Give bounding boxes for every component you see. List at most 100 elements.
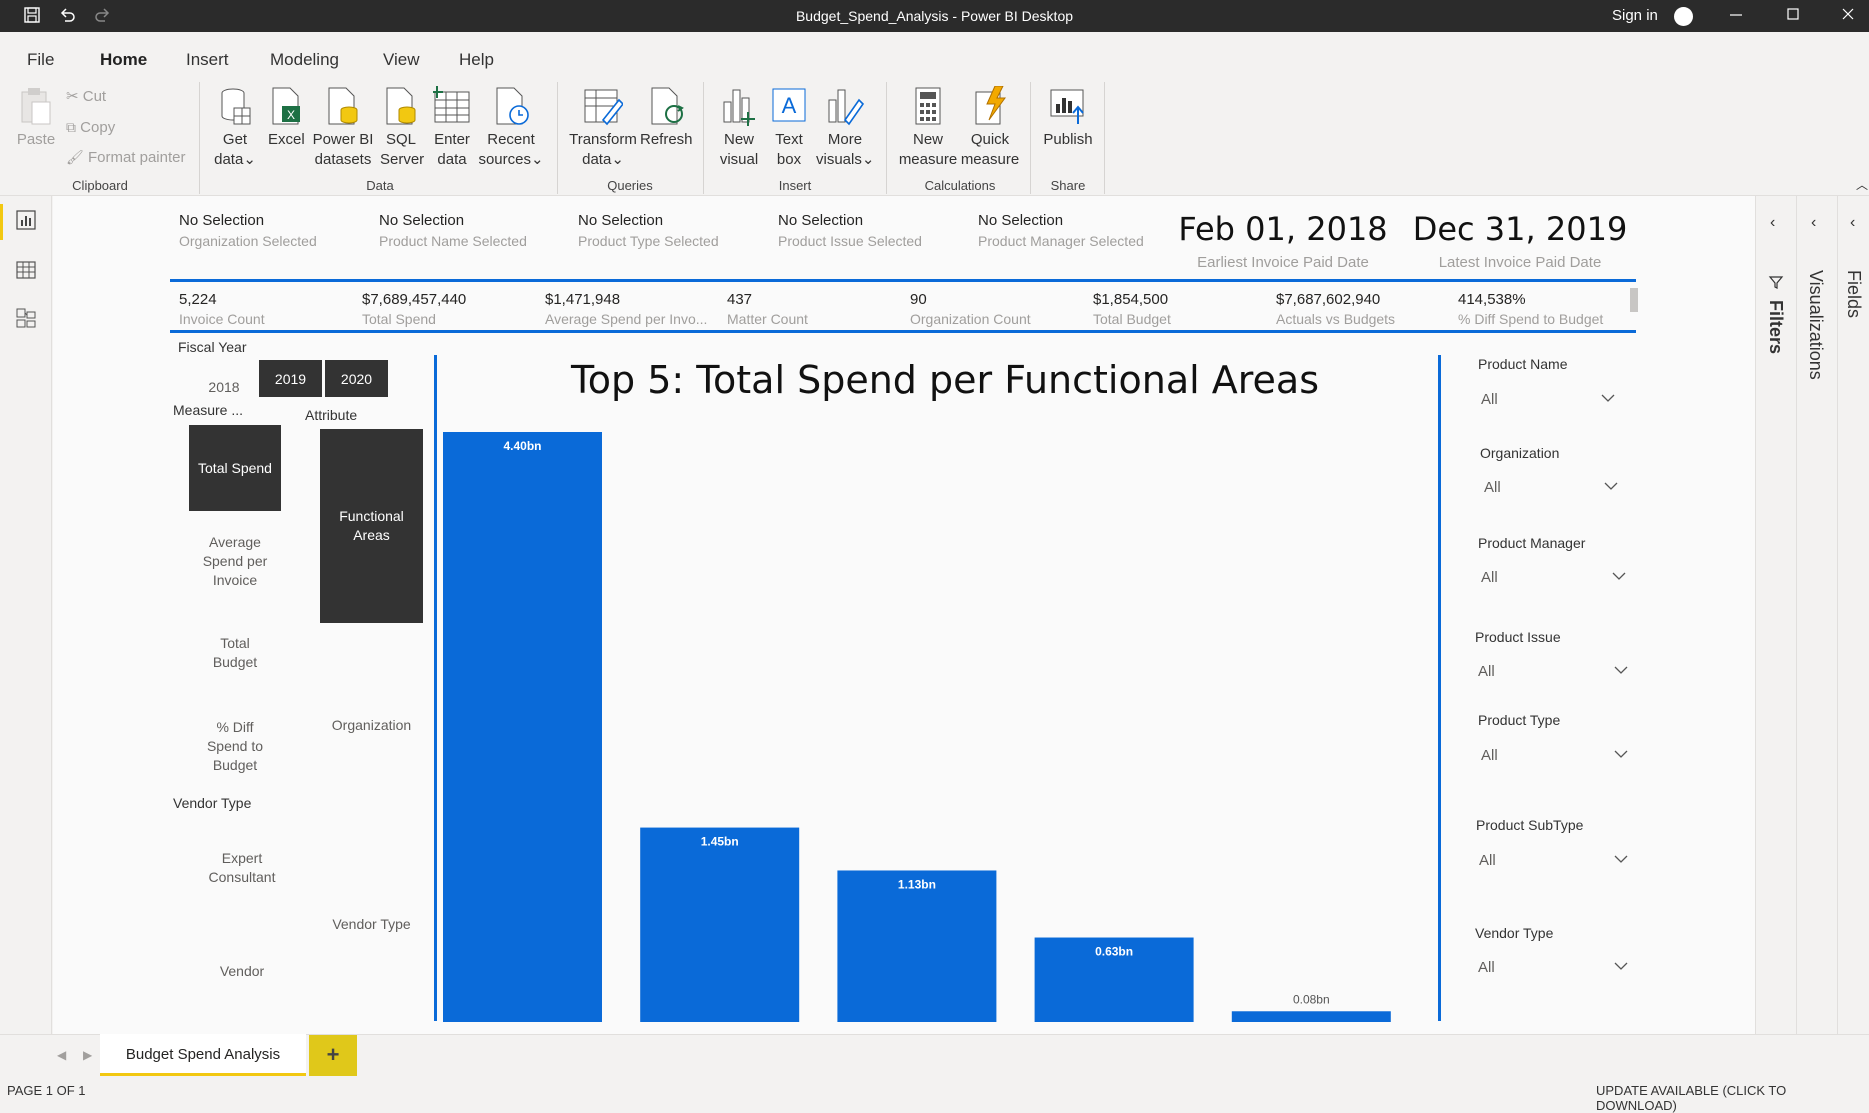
filter-dropdown-vendor-type[interactable]: All xyxy=(1478,959,1495,976)
transform-data-button[interactable]: Transform data⌄ xyxy=(568,86,638,170)
collapse-ribbon-icon[interactable]: ︿ xyxy=(1856,176,1868,193)
menu-file[interactable]: File xyxy=(27,50,54,70)
bar-data-label-2: 1.45bn xyxy=(701,835,739,849)
separator xyxy=(1030,82,1031,194)
measure-total-budget-option[interactable]: Total Budget xyxy=(189,634,281,672)
sql-server-button[interactable]: SQL Server xyxy=(380,86,424,170)
chevron-down-icon[interactable] xyxy=(1614,663,1628,677)
maximize-icon[interactable] xyxy=(1783,6,1803,26)
bar-chart[interactable]: 4.40bn 1.45bn 1.13bn 0.63bn 0.08bn xyxy=(440,410,1436,1026)
attribute-functional-areas-option[interactable]: Functional Areas xyxy=(320,429,423,623)
kpi-total-spend: $7,689,457,440 Total Spend xyxy=(362,291,467,327)
menu-home[interactable]: Home xyxy=(100,50,147,70)
close-icon[interactable] xyxy=(1838,6,1858,26)
filter-dropdown-product-subtype[interactable]: All xyxy=(1479,852,1496,869)
recent-sources-button[interactable]: Recent sources⌄ xyxy=(478,86,544,170)
power-bi-datasets-button[interactable]: Power BI datasets xyxy=(312,86,374,170)
menu-view[interactable]: View xyxy=(383,50,420,70)
insert-group-label: Insert xyxy=(778,178,812,193)
bar-data-label-5: 0.08bn xyxy=(1293,992,1330,1006)
text-box-button[interactable]: A Text box xyxy=(768,86,810,170)
excel-button[interactable]: X Excel xyxy=(268,86,305,150)
minimize-icon[interactable] xyxy=(1726,6,1746,26)
get-data-button[interactable]: Get data⌄ xyxy=(210,86,260,170)
vendor-type-expert-consultant-option[interactable]: Expert Consultant xyxy=(200,849,284,887)
measure-diff-spend-option[interactable]: % Diff Spend to Budget xyxy=(189,718,281,775)
table-plus-icon xyxy=(433,86,470,123)
attribute-vendor-type-option[interactable]: Vendor Type xyxy=(320,915,423,934)
format-painter-button[interactable]: 🖌 Format painter xyxy=(66,147,186,168)
update-available-link[interactable]: UPDATE AVAILABLE (CLICK TO DOWNLOAD) xyxy=(1596,1083,1869,1113)
fields-pane-label[interactable]: Fields xyxy=(1843,270,1864,318)
new-visual-button[interactable]: New visual xyxy=(716,86,762,170)
publish-button[interactable]: Publish xyxy=(1040,86,1096,150)
avatar[interactable] xyxy=(1674,7,1693,26)
chart-right-border xyxy=(1438,355,1441,1021)
expand-visualizations-icon[interactable]: ‹ xyxy=(1811,214,1816,232)
next-page-icon[interactable]: ▶ xyxy=(83,1048,92,1062)
year-2019-option[interactable]: 2019 xyxy=(259,360,322,397)
menu-help[interactable]: Help xyxy=(459,50,494,70)
menu-insert[interactable]: Insert xyxy=(186,50,229,70)
measure-total-spend-option[interactable]: Total Spend xyxy=(189,425,281,511)
filter-label-product-name: Product Name xyxy=(1478,356,1568,372)
new-measure-button[interactable]: New measure xyxy=(898,86,958,170)
visualizations-pane-label[interactable]: Visualizations xyxy=(1805,270,1826,380)
more-visuals-button[interactable]: More visuals⌄ xyxy=(816,86,874,170)
copy-button[interactable]: ⧉ Copy xyxy=(66,117,115,138)
separator xyxy=(199,82,200,194)
bar-3[interactable] xyxy=(837,870,997,1022)
filter-funnel-icon xyxy=(1768,276,1784,289)
bar-data-label-3: 1.13bn xyxy=(898,877,936,891)
enter-data-button[interactable]: Enter data xyxy=(432,86,472,170)
organization-selected-card: No Selection Organization Selected xyxy=(179,212,317,249)
report-view-icon[interactable] xyxy=(14,208,38,237)
refresh-icon xyxy=(651,87,684,125)
filter-dropdown-product-type[interactable]: All xyxy=(1481,747,1498,764)
dataset-icon xyxy=(328,87,358,125)
chevron-down-icon[interactable] xyxy=(1614,959,1628,973)
bar-2[interactable] xyxy=(640,827,800,1022)
separator xyxy=(886,82,887,194)
attribute-slicer-label: Attribute xyxy=(305,407,358,423)
filter-dropdown-product-issue[interactable]: All xyxy=(1478,663,1495,680)
kpi-scrollbar[interactable] xyxy=(1630,288,1638,312)
measure-average-spend-option[interactable]: Average Spend per Invoice xyxy=(189,533,281,590)
menu-modeling[interactable]: Modeling xyxy=(270,50,339,70)
product-name-selected-card: No Selection Product Name Selected xyxy=(379,212,527,249)
share-group-label: Share xyxy=(1050,178,1086,193)
earliest-date-card: Feb 01, 2018 Earliest Invoice Paid Date xyxy=(1178,210,1388,271)
data-group-label: Data xyxy=(366,178,394,193)
publish-icon xyxy=(1050,89,1084,124)
expand-filters-icon[interactable]: ‹ xyxy=(1770,214,1775,232)
chevron-down-icon[interactable] xyxy=(1614,852,1628,866)
cut-button[interactable]: ✂ Cut xyxy=(66,87,106,107)
chevron-down-icon[interactable] xyxy=(1612,569,1626,583)
attribute-organization-option[interactable]: Organization xyxy=(320,716,423,735)
sign-in-link[interactable]: Sign in xyxy=(1612,7,1658,24)
year-2018-option[interactable]: 2018 xyxy=(202,369,246,405)
vendor-type-vendor-option[interactable]: Vendor xyxy=(200,962,284,981)
quick-measure-button[interactable]: Quick measure xyxy=(960,86,1020,170)
filter-dropdown-organization[interactable]: All xyxy=(1484,479,1501,496)
prev-page-icon[interactable]: ◀ xyxy=(57,1048,66,1062)
bar-1[interactable] xyxy=(443,432,602,1022)
measure-slicer-label: Measure ... xyxy=(173,402,244,418)
refresh-button[interactable]: Refresh xyxy=(640,86,693,150)
year-2020-option[interactable]: 2020 xyxy=(325,360,388,397)
filter-dropdown-product-manager[interactable]: All xyxy=(1481,569,1498,586)
data-view-icon[interactable] xyxy=(14,258,38,287)
paste-button[interactable]: Paste xyxy=(14,86,58,150)
filters-pane-label[interactable]: Filters xyxy=(1765,300,1786,354)
chevron-down-icon[interactable] xyxy=(1614,747,1628,761)
chevron-down-icon[interactable] xyxy=(1604,479,1618,493)
page-tab-budget-spend-analysis[interactable]: Budget Spend Analysis xyxy=(100,1034,306,1076)
model-view-icon[interactable] xyxy=(14,306,38,335)
chevron-down-icon[interactable] xyxy=(1601,391,1615,405)
expand-fields-icon[interactable]: ‹ xyxy=(1850,214,1855,232)
bar-5[interactable] xyxy=(1231,1011,1391,1022)
add-page-button[interactable]: + xyxy=(309,1035,357,1076)
filter-dropdown-product-name[interactable]: All xyxy=(1481,391,1498,408)
paste-icon xyxy=(21,88,51,125)
fields-pane[interactable] xyxy=(1837,196,1869,1034)
